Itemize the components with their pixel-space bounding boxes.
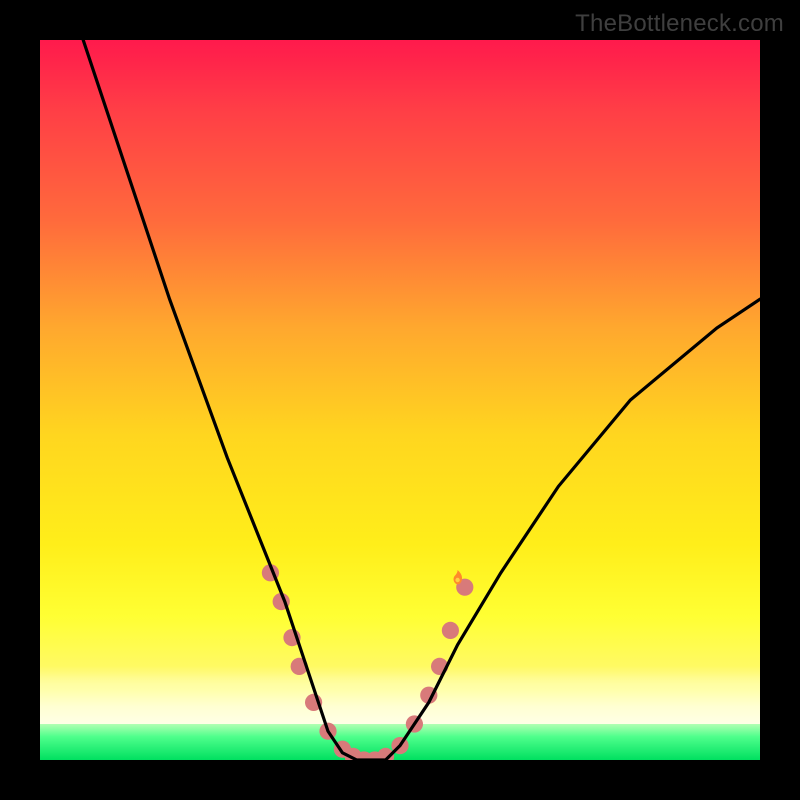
marker-dots-group — [262, 564, 474, 760]
watermark-text: TheBottleneck.com — [575, 10, 784, 38]
flame-marker — [454, 570, 463, 584]
bottleneck-curve — [83, 40, 760, 760]
flame-core — [455, 578, 459, 582]
marker-dot — [442, 622, 459, 639]
flame-icon — [454, 570, 463, 584]
chart-svg — [40, 40, 760, 760]
plot-area — [40, 40, 760, 760]
chart-stage: TheBottleneck.com — [0, 0, 800, 800]
